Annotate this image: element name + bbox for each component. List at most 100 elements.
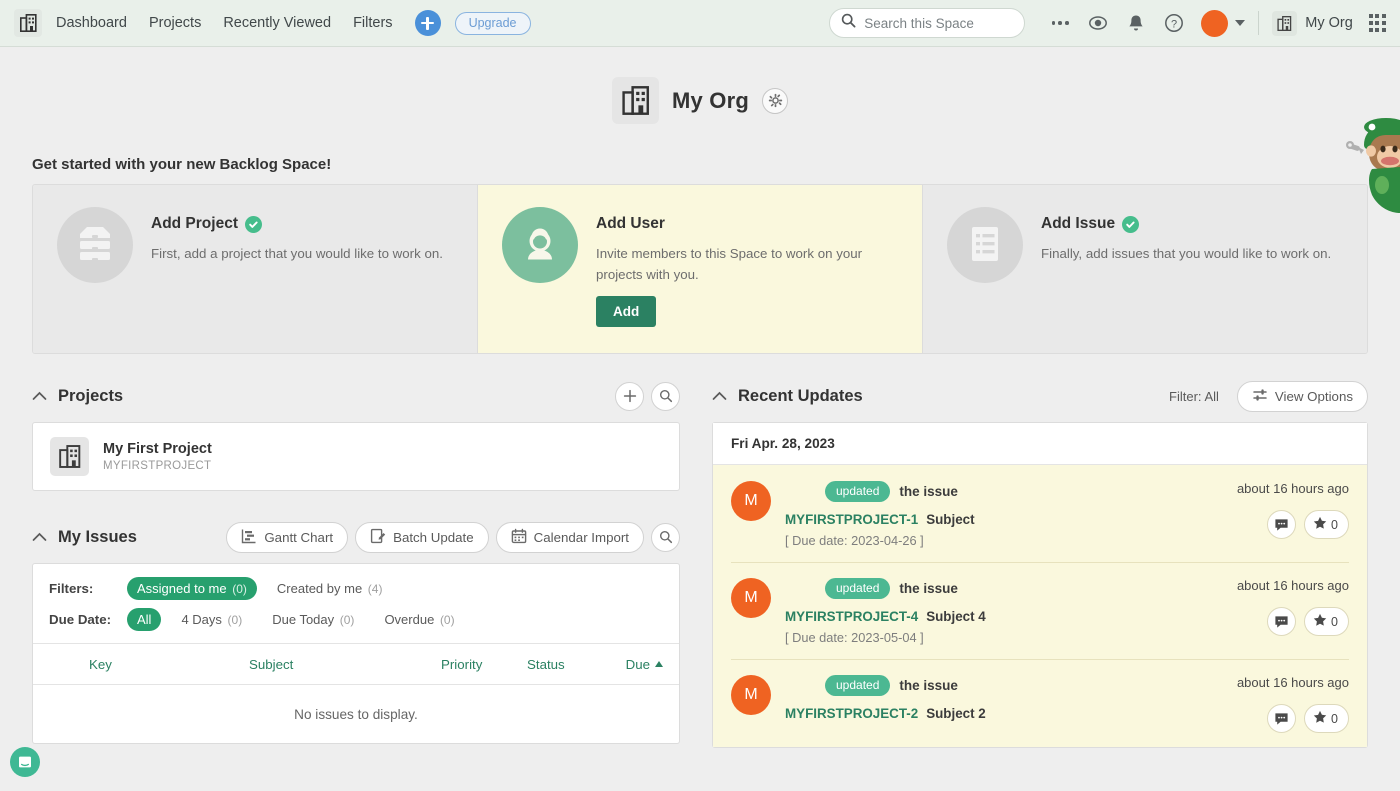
- gear-icon[interactable]: [762, 88, 788, 114]
- divider: [1258, 11, 1259, 35]
- recent-updates-date-group: Fri Apr. 28, 2023: [713, 423, 1367, 465]
- issue-key-link[interactable]: MYFIRSTPROJECT-1: [785, 512, 918, 527]
- eye-icon[interactable]: [1083, 8, 1113, 38]
- filter-label: 4 Days: [181, 612, 221, 627]
- column-header-key[interactable]: Key: [49, 657, 249, 672]
- due-filter-4-days[interactable]: 4 Days (0): [171, 608, 252, 631]
- org-name-label: My Org: [1305, 15, 1353, 31]
- filter-label: Created by me: [277, 581, 362, 596]
- chevron-up-icon[interactable]: [712, 389, 727, 404]
- project-name: My First Project: [103, 441, 212, 457]
- update-meta: about 16 hours ago 0: [1237, 578, 1349, 645]
- upgrade-button[interactable]: Upgrade: [455, 12, 531, 35]
- card-title-text: Add User: [596, 215, 665, 233]
- plus-icon[interactable]: [415, 10, 441, 36]
- search-input[interactable]: [864, 16, 1013, 31]
- global-nav-links: Dashboard Projects Recently Viewed Filte…: [56, 15, 393, 31]
- left-column: Projects: [32, 376, 680, 748]
- nav-item-recently-viewed[interactable]: Recently Viewed: [223, 15, 331, 31]
- due-filter-all[interactable]: All: [127, 608, 161, 631]
- column-header-subject[interactable]: Subject: [249, 657, 441, 672]
- view-options-button[interactable]: View Options: [1237, 381, 1368, 412]
- column-header-status[interactable]: Status: [527, 657, 601, 672]
- comment-icon[interactable]: [1267, 704, 1296, 733]
- filter-count: (4): [368, 582, 383, 596]
- add-user-button[interactable]: Add: [596, 296, 656, 327]
- filter-count: (0): [340, 613, 355, 627]
- gantt-chart-button[interactable]: Gantt Chart: [226, 522, 348, 553]
- recent-updates-filter-label[interactable]: Filter: All: [1169, 389, 1219, 404]
- star-count: 0: [1331, 615, 1338, 629]
- nav-item-dashboard[interactable]: Dashboard: [56, 15, 127, 31]
- card-title-row: Add Project: [151, 215, 443, 233]
- recent-updates-actions: Filter: All View Options: [1169, 381, 1368, 412]
- avatar: M: [731, 675, 771, 715]
- comment-icon[interactable]: [1267, 607, 1296, 636]
- card-add-issue[interactable]: Add Issue Finally, add issues that you w…: [923, 185, 1367, 353]
- projects-section-header: Projects: [32, 376, 680, 416]
- update-timestamp: about 16 hours ago: [1237, 481, 1349, 496]
- search-icon: [841, 13, 856, 33]
- org-switcher[interactable]: My Org: [1272, 11, 1353, 36]
- star-button[interactable]: 0: [1304, 607, 1349, 636]
- update-issue-line: MYFIRSTPROJECT-1 Subject: [785, 512, 1223, 527]
- nav-item-filters[interactable]: Filters: [353, 15, 392, 31]
- filter-assigned-to-me[interactable]: Assigned to me (0): [127, 577, 257, 600]
- card-add-user[interactable]: Add User Invite members to this Space to…: [478, 185, 923, 353]
- project-info: My First Project MYFIRSTPROJECT: [103, 441, 212, 472]
- search-box[interactable]: [829, 8, 1025, 38]
- check-icon: [245, 216, 262, 233]
- star-button[interactable]: 0: [1304, 510, 1349, 539]
- grid-apps-icon[interactable]: [1369, 14, 1386, 31]
- bell-icon[interactable]: [1121, 8, 1151, 38]
- star-button[interactable]: 0: [1304, 704, 1349, 733]
- issue-key-link[interactable]: MYFIRSTPROJECT-2: [785, 706, 918, 721]
- card-add-project[interactable]: Add Project First, add a project that yo…: [33, 185, 478, 353]
- calendar-icon: [511, 528, 527, 547]
- more-icon[interactable]: [1045, 8, 1075, 38]
- recent-update-item[interactable]: M updated the issue MYFIRSTPROJECT-2 Sub…: [713, 659, 1367, 747]
- chevron-up-icon[interactable]: [32, 389, 47, 404]
- issue-key-link[interactable]: MYFIRSTPROJECT-4: [785, 609, 918, 624]
- org-title-text: My Org: [672, 88, 749, 114]
- update-timestamp: about 16 hours ago: [1237, 578, 1349, 593]
- comment-icon[interactable]: [1267, 510, 1296, 539]
- global-nav-right: ? My Org: [829, 8, 1386, 38]
- avatar: [1201, 10, 1228, 37]
- update-actions: 0: [1237, 607, 1349, 636]
- issue-filters: Filters: Assigned to me (0) Created by m…: [33, 564, 679, 644]
- update-verb: the issue: [899, 581, 958, 596]
- update-issue-line: MYFIRSTPROJECT-4 Subject 4: [785, 609, 1223, 624]
- backlog-logo-icon[interactable]: [14, 9, 42, 37]
- recent-updates-section-header: Recent Updates Filter: All View Options: [712, 376, 1368, 416]
- chat-bubble-icon[interactable]: [10, 747, 40, 777]
- add-project-button[interactable]: [615, 382, 644, 411]
- issues-empty-message: No issues to display.: [33, 685, 679, 743]
- card-title-text: Add Project: [151, 215, 238, 233]
- search-issues-button[interactable]: [651, 523, 680, 552]
- help-icon[interactable]: ?: [1159, 8, 1189, 38]
- search-projects-button[interactable]: [651, 382, 680, 411]
- calendar-import-button[interactable]: Calendar Import: [496, 522, 644, 553]
- right-column: Recent Updates Filter: All View Options …: [712, 376, 1368, 748]
- due-filter-due-today[interactable]: Due Today (0): [262, 608, 364, 631]
- recent-update-item[interactable]: M updated the issue MYFIRSTPROJECT-1 Sub…: [713, 465, 1367, 562]
- card-title-row: Add User: [596, 215, 896, 233]
- get-started-heading: Get started with your new Backlog Space!: [32, 156, 1368, 173]
- batch-update-button[interactable]: Batch Update: [355, 522, 489, 553]
- batch-update-label: Batch Update: [393, 530, 474, 545]
- list-item[interactable]: My First Project MYFIRSTPROJECT: [33, 423, 679, 490]
- user-menu[interactable]: [1201, 10, 1245, 37]
- due-filter-overdue[interactable]: Overdue (0): [374, 608, 464, 631]
- my-issues-panel: Filters: Assigned to me (0) Created by m…: [32, 563, 680, 744]
- star-icon: [1313, 516, 1327, 533]
- filter-created-by-me[interactable]: Created by me (4): [267, 577, 393, 600]
- project-stack-icon: [57, 207, 133, 283]
- column-header-priority[interactable]: Priority: [441, 657, 527, 672]
- update-headline: updated the issue: [785, 481, 1223, 502]
- column-header-due[interactable]: Due: [601, 657, 663, 672]
- recent-update-item[interactable]: M updated the issue MYFIRSTPROJECT-4 Sub…: [713, 562, 1367, 659]
- avatar: M: [731, 481, 771, 521]
- nav-item-projects[interactable]: Projects: [149, 15, 201, 31]
- chevron-up-icon[interactable]: [32, 530, 47, 545]
